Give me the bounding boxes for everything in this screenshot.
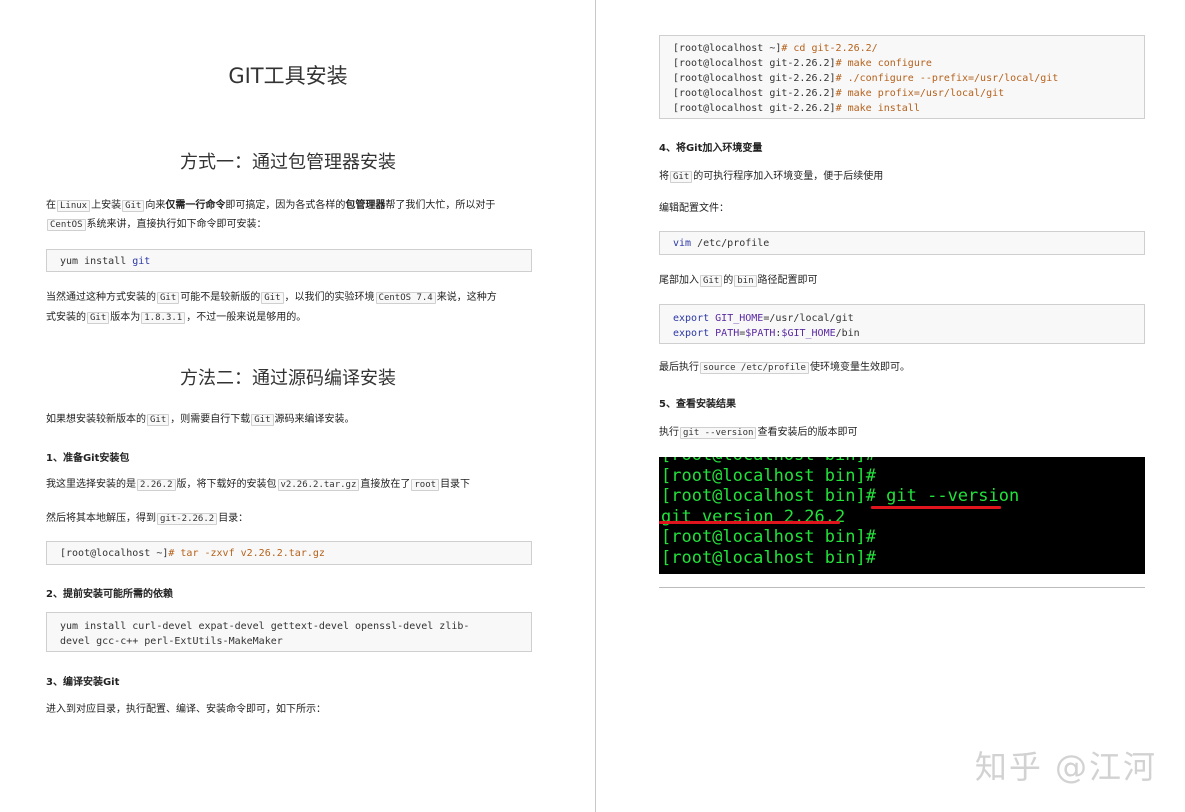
code-block-dependencies[interactable]: yum install curl-devel expat-devel gette…	[46, 612, 532, 652]
paragraph-package-choice: 我这里选择安装的是 2.26.2 版，将下载好的安装包 v2.26.2.tar.gz 直…	[46, 479, 471, 491]
red-underline-version	[659, 521, 840, 524]
code-block-build-commands[interactable]: [root@localhost ~]# cd git-2.26.2/ [root@…	[659, 35, 1145, 119]
paragraph-edit-config: 编辑配置文件：	[659, 203, 729, 214]
step-heading-2: 2、提前安装可能所需的依赖	[46, 589, 173, 600]
code-block-vim-profile[interactable]: vim /etc/profile	[659, 231, 1145, 255]
code-block-tar-extract[interactable]: [root@localhost ~]# tar -zxvf v2.26.2.ta…	[46, 541, 532, 565]
step-heading-1: 1、准备Git安装包	[46, 453, 130, 464]
paragraph-check-version: 执行 git --version 查看安装后的版本即可	[659, 427, 858, 439]
terminal-screenshot: [root@localhost bin]# [root@localhost bi…	[659, 457, 1145, 574]
paragraph-version-note-cont: 式安装的 Git 版本为 1.8.3.1 ，不过一般来说是够用的。	[46, 312, 307, 324]
terminal-line-version-cmd: [root@localhost bin]# git --version	[661, 486, 1020, 506]
code-block-export[interactable]: export GIT_HOME=/usr/local/git export PAT…	[659, 304, 1145, 344]
paragraph-extract: 然后将其本地解压，得到 git-2.26.2 目录：	[46, 513, 249, 525]
watermark: 知乎 @江河	[974, 748, 1157, 786]
paragraph-build-intro: 进入到对应目录，执行配置、编译、安装命令即可，如下所示：	[46, 704, 326, 715]
terminal-line: [root@localhost bin]#	[661, 465, 876, 486]
terminal-line: [root@localhost bin]#	[661, 527, 876, 547]
code-line: [root@localhost git-2.26.2]# make profix…	[673, 88, 1005, 99]
left-page: GIT工具安装 方式一：通过包管理器安装 在 Linux 上安装 Git 向来仅需一行命…	[0, 0, 596, 812]
divider	[659, 587, 1145, 588]
code-line: [root@localhost git-2.26.2]# make instal…	[673, 103, 920, 114]
code-line: [root@localhost git-2.26.2]# make config…	[673, 58, 932, 69]
terminal-line: [root@localhost bin]#	[661, 547, 876, 568]
step-heading-4: 4、将Git加入环境变量	[659, 143, 763, 154]
red-underline-command	[871, 506, 1001, 509]
paragraph-intro-cont: CentOS 系统来讲，直接执行如下命令即可安装：	[46, 213, 267, 237]
step-heading-5: 5、查看安装结果	[659, 399, 736, 410]
terminal-line: [root@localhost bin]#	[661, 457, 1145, 466]
right-page: [root@localhost ~]# cd git-2.26.2/ [root@…	[597, 0, 1185, 812]
paragraph-source-profile: 最后执行 source /etc/profile 使环境变量生效即可。	[659, 362, 910, 374]
section-heading-package-manager: 方式一：通过包管理器安装	[180, 152, 396, 173]
step-heading-3: 3、编译安装Git	[46, 677, 120, 688]
paragraph-source-intro: 如果想安装较新版本的 Git ，则需要自行下载 Git 源码来编译安装。	[46, 414, 355, 426]
section-heading-source-build: 方法二：通过源码编译安装	[180, 368, 396, 389]
page-title: GIT工具安装	[228, 64, 348, 88]
paragraph-env-intro: 将 Git 的可执行程序加入环境变量，便于后续使用	[659, 171, 884, 183]
code-line: [root@localhost ~]# cd git-2.26.2/	[673, 43, 878, 54]
code-block-yum-install[interactable]: yum install git	[46, 249, 532, 272]
paragraph-append-path: 尾部加入 Git 的 bin 路径配置即可	[659, 275, 818, 287]
code-line: [root@localhost git-2.26.2]# ./configure…	[673, 73, 1059, 84]
